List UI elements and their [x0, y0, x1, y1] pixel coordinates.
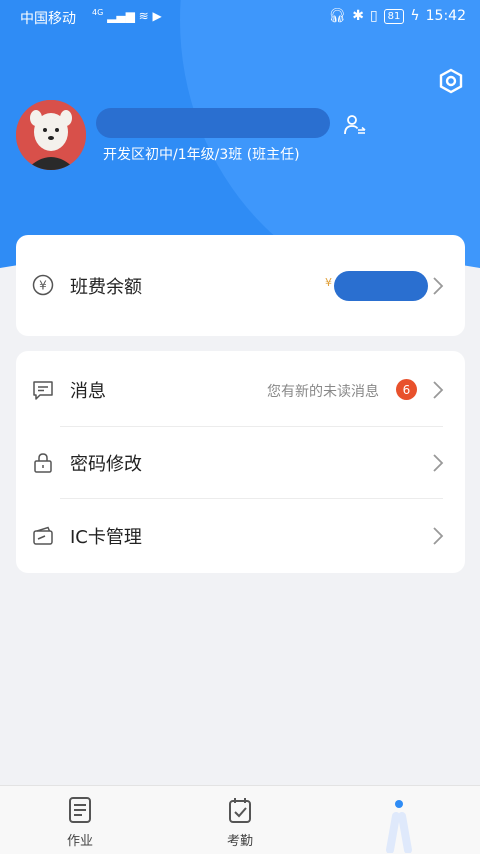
signal-icon: ▂▄▆ ≋ ▶	[107, 9, 162, 23]
user-class-info: 开发区初中/1年级/3班 (班主任)	[103, 147, 300, 163]
carrier-name: 中国移动	[20, 11, 76, 27]
clock: 15:42	[425, 8, 466, 24]
tab-label: 作业	[66, 834, 93, 849]
homework-icon	[69, 797, 91, 823]
yen-icon: ¥	[30, 272, 56, 298]
menu-item-ic-card[interactable]: IC卡管理	[16, 499, 465, 573]
signal-indicator: 4G ▂▄▆ ≋ ▶	[92, 8, 162, 23]
vibrate-icon: ▯	[369, 8, 378, 24]
chevron-right-icon	[433, 454, 444, 472]
menu-item-change-password[interactable]: 密码修改	[16, 427, 465, 498]
tab-profile-active-indicator[interactable]	[376, 798, 422, 853]
balance-label: 班费余额	[70, 277, 142, 298]
message-icon	[30, 377, 56, 403]
menu-item-label: IC卡管理	[70, 527, 142, 548]
battery-icon: 81	[383, 8, 405, 24]
tab-homework[interactable]: 作业	[20, 786, 140, 854]
chevron-right-icon	[433, 381, 444, 399]
charging-icon: ϟ	[410, 8, 420, 24]
settings-icon	[439, 68, 463, 94]
chevron-right-icon	[433, 277, 444, 295]
card-icon	[30, 523, 56, 549]
tab-attendance[interactable]: 考勤	[180, 786, 300, 854]
bluetooth-icon: ✱	[352, 8, 364, 24]
attendance-icon	[229, 798, 251, 823]
avatar-image	[16, 100, 86, 170]
menu-item-label: 消息	[70, 381, 106, 402]
status-right: 🎧︎ ✱ ▯ 81 ϟ 15:42	[328, 8, 466, 24]
headphone-icon: 🎧︎	[328, 8, 347, 24]
user-name-redacted	[96, 108, 330, 138]
avatar[interactable]	[16, 100, 86, 170]
unread-badge: 6	[396, 379, 417, 400]
lock-icon	[30, 450, 56, 476]
balance-amount-redacted	[334, 271, 428, 301]
settings-button[interactable]	[436, 66, 466, 96]
balance-row[interactable]: ¥ 班费余额 ¥	[16, 235, 465, 336]
chevron-right-icon	[433, 527, 444, 545]
menu-item-label: 密码修改	[70, 454, 142, 475]
switch-role-button[interactable]	[340, 110, 370, 140]
tab-label: 考勤	[226, 834, 253, 849]
svg-text:¥: ¥	[39, 279, 47, 293]
menu-card: 消息 您有新的未读消息 6 密码修改 IC卡管理	[16, 351, 465, 573]
menu-item-messages[interactable]: 消息 您有新的未读消息 6	[16, 351, 465, 426]
unread-hint: 您有新的未读消息	[267, 384, 379, 400]
status-bar: 中国移动 4G ▂▄▆ ≋ ▶ 🎧︎ ✱ ▯ 81 ϟ 15:42	[0, 0, 480, 34]
switch-user-icon	[344, 115, 366, 135]
network-type: 4G	[92, 8, 104, 17]
balance-card[interactable]: ¥ 班费余额 ¥	[16, 235, 465, 336]
currency-symbol: ¥	[325, 276, 332, 289]
